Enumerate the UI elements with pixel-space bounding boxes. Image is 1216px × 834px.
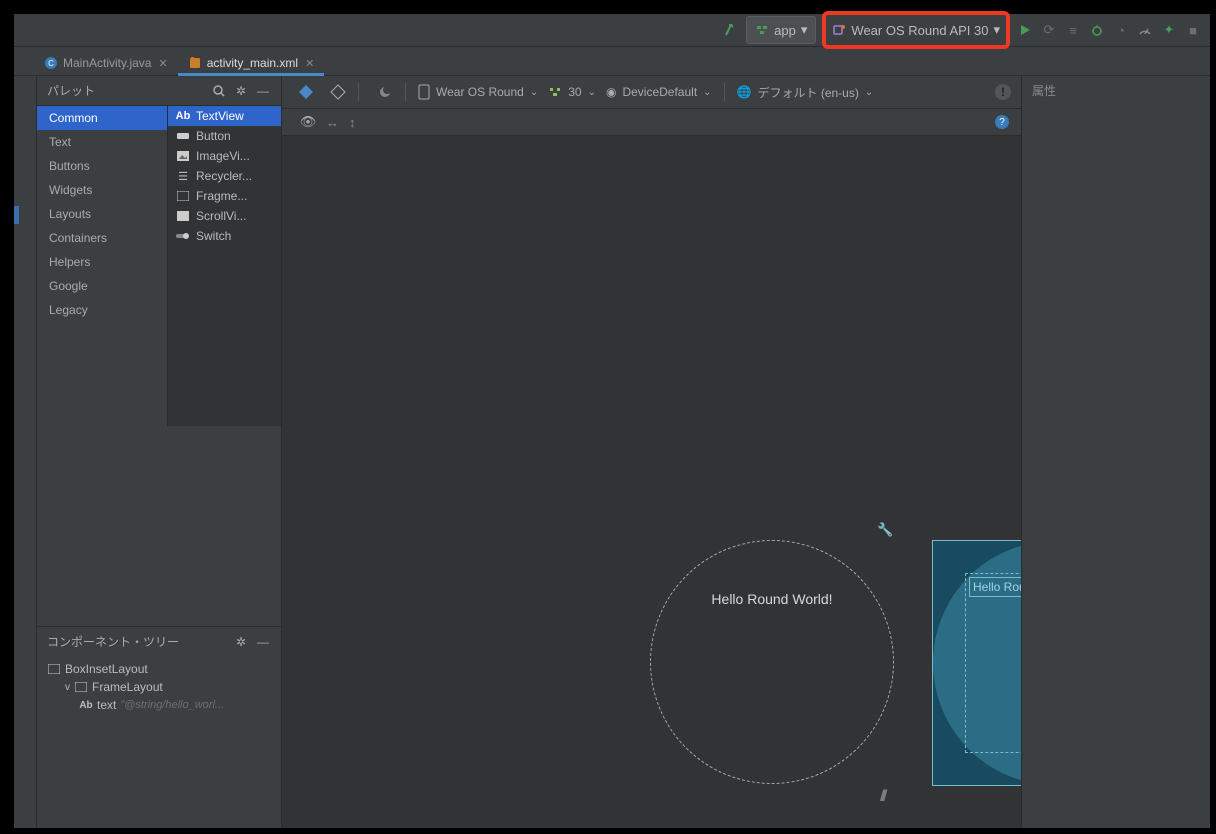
minimize-icon[interactable]: —: [255, 83, 271, 99]
design-preview[interactable]: Hello Round World!: [650, 540, 894, 784]
palette-category-buttons[interactable]: Buttons: [37, 154, 167, 178]
widget-button[interactable]: Button: [168, 126, 281, 146]
widget-textview[interactable]: AbTextView: [168, 106, 281, 126]
left-gutter: [14, 76, 37, 828]
switch-icon: [176, 229, 190, 243]
tab-activity-main[interactable]: activity_main.xml ✕: [178, 51, 325, 75]
gear-icon[interactable]: ✲: [233, 83, 249, 99]
apply-changes-icon[interactable]: ⟳: [1040, 21, 1058, 39]
theme-selector[interactable]: ◉ DeviceDefault ⌄: [606, 85, 712, 99]
attributes-title: 属性: [1022, 76, 1210, 105]
design-canvas[interactable]: 🔧 🔧 Hello Round World! Hello Round World…: [282, 136, 1021, 828]
run-icon[interactable]: [1016, 21, 1034, 39]
blueprint-preview[interactable]: Hello Round World!: [932, 540, 1021, 786]
help-icon[interactable]: ?: [995, 115, 1009, 129]
palette-category-layouts[interactable]: Layouts: [37, 202, 167, 226]
blueprint-frame: [965, 573, 1021, 753]
close-icon[interactable]: ✕: [158, 57, 167, 70]
palette-widget-list: AbTextView Button ImageVi... ☰Recycler..…: [167, 106, 281, 426]
close-icon[interactable]: ✕: [305, 57, 314, 70]
orientation-icon[interactable]: [330, 84, 346, 100]
widget-recyclerview[interactable]: ☰Recycler...: [168, 166, 281, 186]
tree-node-boxinset[interactable]: BoxInsetLayout: [37, 660, 281, 678]
profiler-icon[interactable]: ◔: [1112, 21, 1130, 39]
frame-icon: [176, 189, 190, 203]
text-icon: Ab: [79, 698, 93, 712]
chevron-down-icon: ⌄: [588, 87, 596, 98]
image-icon: [176, 149, 190, 163]
vertical-pan-icon[interactable]: ↕: [349, 115, 356, 130]
app-inspection-icon[interactable]: ✦: [1160, 21, 1178, 39]
palette-category-legacy[interactable]: Legacy: [37, 298, 167, 322]
chevron-down-icon: ⌄: [530, 87, 538, 98]
frame-icon: [74, 680, 88, 694]
design-surface-icon[interactable]: [298, 84, 314, 100]
visibility-icon[interactable]: 👁: [300, 114, 316, 130]
palette-category-containers[interactable]: Containers: [37, 226, 167, 250]
chevron-down-icon: ⌄: [703, 87, 711, 98]
widget-fragment[interactable]: Fragme...: [168, 186, 281, 206]
tab-label: activity_main.xml: [207, 56, 298, 70]
api-selector[interactable]: 30 ⌄: [548, 85, 596, 99]
tree-node-text[interactable]: Ab text "@string/hello_worl...: [37, 696, 281, 714]
minimize-icon[interactable]: —: [255, 634, 271, 650]
component-tree: BoxInsetLayout v FrameLayout Ab text "@s…: [37, 656, 281, 718]
tab-label: MainActivity.java: [63, 56, 151, 70]
frame-icon: [47, 662, 61, 676]
speedometer-icon[interactable]: [1136, 21, 1154, 39]
resize-handle-icon[interactable]: ///: [880, 788, 884, 806]
palette-category-list: Common Text Buttons Widgets Layouts Cont…: [37, 106, 167, 426]
component-tree-title: コンポーネント・ツリー: [47, 633, 179, 650]
tree-node-ref: "@string/hello_worl...: [120, 699, 224, 711]
widget-scrollview[interactable]: ScrollVi...: [168, 206, 281, 226]
tree-node-framelayout[interactable]: v FrameLayout: [37, 678, 281, 696]
text-icon: Ab: [176, 109, 190, 123]
locale-selector[interactable]: 🌐 デフォルト (en-us) ⌄: [737, 84, 874, 101]
blueprint-text: Hello Round World!: [969, 577, 1021, 597]
widget-imageview[interactable]: ImageVi...: [168, 146, 281, 166]
sync-icon[interactable]: [722, 21, 740, 39]
globe-icon: 🌐: [737, 85, 752, 99]
component-tree-header: コンポーネント・ツリー ✲ —: [37, 627, 281, 656]
pan-icon[interactable]: ↔: [326, 115, 339, 130]
palette-category-google[interactable]: Google: [37, 274, 167, 298]
gutter-marker: [14, 206, 19, 224]
gear-icon[interactable]: ✲: [233, 634, 249, 650]
warnings-icon[interactable]: !: [995, 84, 1011, 100]
widget-switch[interactable]: Switch: [168, 226, 281, 246]
device-config-selector[interactable]: Wear OS Round ⌄: [418, 84, 538, 100]
theme-icon: ◉: [606, 85, 616, 99]
module-selector[interactable]: app ▾: [746, 16, 816, 44]
module-label: app: [774, 23, 796, 38]
wrench-icon[interactable]: 🔧: [877, 522, 893, 538]
palette-header: パレット ✲ —: [37, 76, 281, 105]
palette-category-helpers[interactable]: Helpers: [37, 250, 167, 274]
tab-mainactivity[interactable]: C MainActivity.java ✕: [34, 51, 178, 75]
button-icon: [176, 129, 190, 143]
palette-category-widgets[interactable]: Widgets: [37, 178, 167, 202]
palette-title: パレット: [47, 82, 95, 99]
palette-category-common[interactable]: Common: [37, 106, 167, 130]
scroll-icon: [176, 209, 190, 223]
list-icon: ☰: [176, 169, 190, 183]
chevron-down-icon: ▾: [993, 22, 1000, 38]
debug-icon[interactable]: [1088, 21, 1106, 39]
preview-text: Hello Round World!: [711, 591, 832, 607]
apply-code-icon[interactable]: ≡: [1064, 21, 1082, 39]
search-icon[interactable]: [211, 83, 227, 99]
expand-icon[interactable]: v: [65, 682, 70, 693]
palette-category-text[interactable]: Text: [37, 130, 167, 154]
chevron-down-icon: ⌄: [865, 87, 873, 98]
stop-icon[interactable]: ■: [1184, 21, 1202, 39]
svg-text:C: C: [48, 59, 54, 68]
device-label: Wear OS Round API 30: [851, 23, 988, 38]
night-mode-icon[interactable]: [377, 84, 393, 100]
device-selector[interactable]: Wear OS Round API 30 ▾: [822, 11, 1010, 49]
chevron-down-icon: ▾: [801, 22, 808, 38]
